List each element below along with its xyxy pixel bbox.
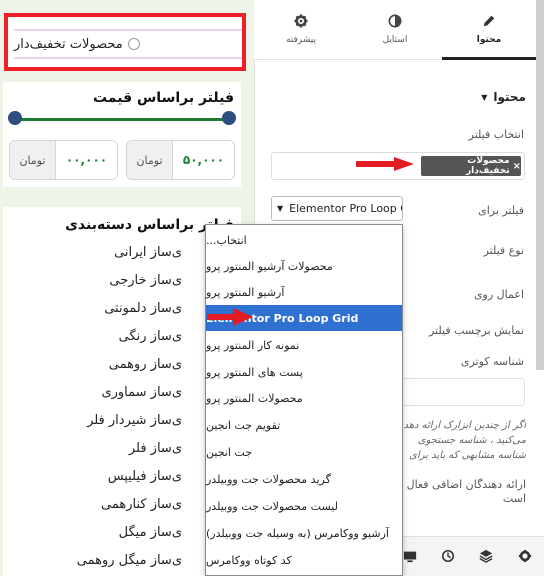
price-max-input[interactable]: ۰۰,۰۰۰ تومان [9, 140, 118, 180]
selected-filter-tag-label: محصولات تخفیف‌دار [465, 156, 510, 176]
tab-advanced-label: پیشرفته [285, 35, 317, 45]
price-min-unit: تومان [127, 141, 173, 179]
category-item[interactable]: ی‌ساز دلمونتی [104, 301, 182, 316]
half-circle-icon [388, 14, 402, 28]
layers-icon[interactable] [479, 549, 493, 563]
sale-radio[interactable] [127, 38, 140, 50]
sale-filter-highlight: محصولات تخفیف‌دار [4, 13, 246, 71]
tab-content[interactable]: محتوا [442, 0, 536, 60]
price-max-value: ۰۰,۰۰۰ [65, 153, 108, 167]
filter-type-label: نوع فیلتر [483, 244, 524, 257]
extra-providers-label: ارائه دهندگان اضافی فعال است [406, 478, 526, 505]
dropdown-option[interactable]: انتخاب... [206, 227, 402, 253]
pencil-icon [483, 15, 495, 27]
category-item[interactable]: ی‌ساز فلر [129, 441, 182, 456]
category-item[interactable]: ی‌ساز کنارهمی [101, 497, 182, 512]
price-min-value: ۵۰,۰۰۰ [182, 153, 225, 167]
dropdown-option[interactable]: آرشیو ووکامرس (به وسیله جت ووبیلدر) [206, 520, 402, 546]
category-item[interactable]: ی‌ساز شیردار فلر [87, 413, 182, 428]
short-id-input[interactable] [392, 378, 525, 406]
category-item[interactable]: ی‌ساز رنگی [119, 329, 182, 344]
tab-style[interactable]: استایل [348, 0, 442, 59]
dropdown-option[interactable]: کد کوتاه ووکامرس [206, 547, 402, 573]
content-section-toggle[interactable]: محتوا ▼ [481, 90, 526, 104]
short-id-label: شناسه کوتری [460, 355, 524, 368]
dropdown-option[interactable]: آرشیو المنتور پرو [206, 279, 402, 305]
panel-tabs: پیشرفته استایل محتوا [254, 0, 536, 60]
price-min-input[interactable]: ۵۰,۰۰۰ تومان [126, 140, 235, 180]
select-filter-label: انتخاب فیلتر [468, 128, 524, 141]
dropdown-option[interactable]: پست های المنتور پرو [206, 359, 402, 385]
category-item[interactable]: ی‌ساز خارجی [109, 273, 182, 288]
filter-for-label: فیلتر برای [478, 204, 524, 217]
settings-icon[interactable] [518, 549, 532, 563]
caret-down-icon: ▼ [277, 204, 284, 213]
selected-filter-tag[interactable]: × محصولات تخفیف‌دار [421, 156, 521, 176]
filter-for-select[interactable]: ▼ Elementor Pro Loop Grid [271, 196, 403, 221]
history-icon[interactable] [441, 549, 455, 563]
dropdown-option[interactable]: جت انجین [206, 439, 402, 465]
show-filter-label-label: نمایش برچسب فیلتر [428, 324, 524, 337]
category-item[interactable]: ی‌ساز فیلیپس [108, 469, 182, 484]
category-item[interactable]: ی‌ساز سماوری [101, 385, 182, 400]
gear-icon [294, 14, 308, 28]
responsive-icon[interactable] [403, 549, 417, 563]
price-slider-max-handle[interactable] [222, 111, 236, 125]
dropdown-option[interactable]: گرید محصولات جت ووبیلدر [206, 466, 402, 492]
tab-advanced[interactable]: پیشرفته [254, 0, 348, 59]
category-item[interactable]: ی‌ساز روهمی [109, 357, 182, 372]
category-item[interactable]: ی‌ساز میگل روهمی [77, 553, 182, 568]
filter-for-dropdown: انتخاب... محصولات آرشیو المنتور پرو آرشی… [205, 224, 403, 576]
dropdown-option[interactable]: تقویم جت انجین [206, 412, 402, 438]
category-item[interactable]: ی‌ساز ایرانی [114, 245, 182, 260]
red-arrow-icon [356, 157, 414, 171]
section-title: محتوا [493, 90, 526, 104]
sale-filter-option[interactable]: محصولات تخفیف‌دار [14, 29, 242, 59]
tab-content-label: محتوا [476, 35, 502, 45]
category-item[interactable]: ی‌ساز میگل [119, 525, 182, 540]
price-max-unit: تومان [10, 141, 56, 179]
dropdown-option[interactable]: محصولات آرشیو المنتور پرو [206, 253, 402, 279]
tab-style-label: استایل [382, 35, 408, 45]
short-id-help-text: اگر از چندین ابزارک ارائه دهد می‌کنید ، … [403, 420, 526, 461]
sale-filter-label: محصولات تخفیف‌دار [14, 36, 123, 52]
filter-for-value: Elementor Pro Loop Grid [289, 202, 402, 215]
caret-down-icon: ▼ [481, 92, 488, 102]
dropdown-option[interactable]: نمونه کار المنتور پرو [206, 332, 402, 358]
price-slider-min-handle[interactable] [8, 111, 22, 125]
dropdown-option[interactable]: محصولات المنتور پرو [206, 385, 402, 411]
price-slider-track[interactable] [13, 118, 229, 121]
apply-on-label: اعمال روی [473, 288, 524, 301]
panel-scrollbar[interactable] [536, 0, 544, 370]
price-filter-title: فیلتر براساس قیمت [93, 90, 234, 106]
red-arrow-icon [207, 308, 253, 326]
remove-tag-icon[interactable]: × [513, 161, 521, 172]
dropdown-option[interactable]: لیست محصولات جت ووبیلدر [206, 493, 402, 519]
